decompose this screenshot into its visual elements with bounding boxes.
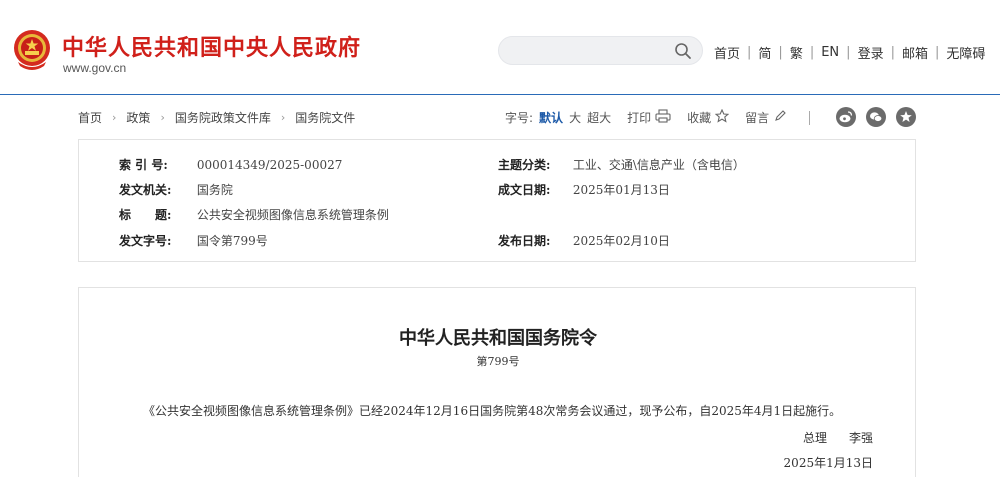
font-size-label: 字号: xyxy=(505,111,534,125)
info-value: 国令第799号 xyxy=(196,234,268,248)
info-label: 成文日期: xyxy=(498,183,551,197)
breadcrumb-state-council-docs[interactable]: 国务院文件 xyxy=(295,109,355,126)
nav-home[interactable]: 首页 xyxy=(714,43,740,62)
chevron-right-icon: › xyxy=(280,111,286,124)
national-emblem-icon[interactable] xyxy=(12,28,52,72)
info-label: 索 引 号: xyxy=(119,158,168,172)
document-date: 2025年1月13日 xyxy=(783,456,873,470)
nav-separator: | xyxy=(747,45,752,60)
nav-simplified[interactable]: 简 xyxy=(758,43,771,62)
star-icon[interactable] xyxy=(711,108,730,126)
comment-button[interactable]: 留言 xyxy=(745,109,769,126)
print-button[interactable]: 打印 xyxy=(627,109,651,126)
font-size-default[interactable]: 默认 xyxy=(539,109,563,126)
pencil-icon[interactable] xyxy=(769,109,787,126)
nav-separator: | xyxy=(809,45,815,60)
document-title: 中华人民共和国国务院令 xyxy=(399,328,597,349)
breadcrumb-home[interactable]: 首页 xyxy=(78,109,102,126)
favorite-share-icon[interactable] xyxy=(896,107,916,127)
nav-traditional[interactable]: 繁 xyxy=(790,43,803,62)
wechat-share-icon[interactable] xyxy=(866,107,886,127)
info-topic-row: 主题分类: 工业、交通\信息产业（含电信） xyxy=(498,156,745,173)
article-tools: 字号: 默认 大 超大 打印 收藏 留言 xyxy=(505,108,811,126)
info-value: 2025年02月10日 xyxy=(572,234,670,248)
breadcrumb-policy[interactable]: 政策 xyxy=(126,109,150,126)
chevron-right-icon: › xyxy=(160,111,165,124)
printer-icon[interactable] xyxy=(651,109,671,126)
document-content: 中华人民共和国国务院令 第799号 《公共安全视频图像信息系统管理条例》已经20… xyxy=(78,287,916,477)
info-label: 主题分类: xyxy=(498,158,551,172)
nav-mailbox[interactable]: 邮箱 xyxy=(902,43,928,62)
favorite-button[interactable]: 收藏 xyxy=(687,109,711,126)
breadcrumb: 首页 › 政策 › 国务院政策文件库 › 国务院文件 xyxy=(78,109,355,126)
search-box xyxy=(498,36,703,65)
info-value: 工业、交通\信息产业（含电信） xyxy=(572,158,745,172)
search-input[interactable] xyxy=(511,42,671,60)
signer-name: 李强 xyxy=(848,431,873,445)
document-body: 《公共安全视频图像信息系统管理条例》已经2024年12月16日国务院第48次常务… xyxy=(143,404,842,418)
info-publish-date-row: 发布日期: 2025年02月10日 xyxy=(498,232,670,249)
weibo-share-icon[interactable] xyxy=(836,107,856,127)
font-size-large[interactable]: 大 xyxy=(569,109,581,126)
document-number: 第799号 xyxy=(476,355,520,368)
nav-separator: | xyxy=(890,45,895,60)
chevron-right-icon: › xyxy=(112,111,117,124)
info-issuer-row: 发文机关: 国务院 xyxy=(119,181,233,198)
info-label: 发文字号: xyxy=(119,234,172,248)
font-size-xlarge[interactable]: 超大 xyxy=(587,109,611,126)
header-divider xyxy=(0,94,1000,95)
site-header: 中华人民共和国中央人民政府 www.gov.cn 首页 | 简 | 繁 | EN… xyxy=(0,0,1000,92)
info-value: 国务院 xyxy=(196,183,233,197)
site-url: www.gov.cn xyxy=(63,61,127,75)
info-label: 标 题: xyxy=(119,208,172,222)
info-title-row: 标 题: 公共安全视频图像信息系统管理条例 xyxy=(119,206,389,223)
nav-separator: | xyxy=(934,45,940,60)
info-index-row: 索 引 号: 000014349/2025-00027 xyxy=(119,156,342,173)
signer-title: 总理 xyxy=(802,431,827,445)
nav-login[interactable]: 登录 xyxy=(858,43,884,62)
info-label: 发文机关: xyxy=(119,183,172,197)
info-value: 公共安全视频图像信息系统管理条例 xyxy=(196,208,389,222)
nav-separator: | xyxy=(778,45,783,60)
info-value: 000014349/2025-00027 xyxy=(196,158,343,172)
info-doc-no-row: 发文字号: 国令第799号 xyxy=(119,232,268,249)
info-label: 发布日期: xyxy=(498,234,551,248)
nav-english[interactable]: EN xyxy=(821,45,839,60)
breadcrumb-policy-library[interactable]: 国务院政策文件库 xyxy=(175,109,271,126)
document-metadata: 索 引 号: 000014349/2025-00027 主题分类: 工业、交通\… xyxy=(78,139,916,262)
site-name[interactable]: 中华人民共和国中央人民政府 xyxy=(62,30,361,62)
info-written-date-row: 成文日期: 2025年01月13日 xyxy=(498,181,670,198)
nav-accessibility[interactable]: 无障碍 xyxy=(946,43,985,62)
top-nav: 首页 | 简 | 繁 | EN | 登录 | 邮箱 | 无障碍 xyxy=(714,43,985,62)
nav-separator: | xyxy=(846,45,851,60)
info-value: 2025年01月13日 xyxy=(572,183,670,197)
document-signature: 总理 李强 xyxy=(803,429,873,446)
tools-divider xyxy=(809,110,811,125)
search-icon[interactable] xyxy=(674,42,692,60)
